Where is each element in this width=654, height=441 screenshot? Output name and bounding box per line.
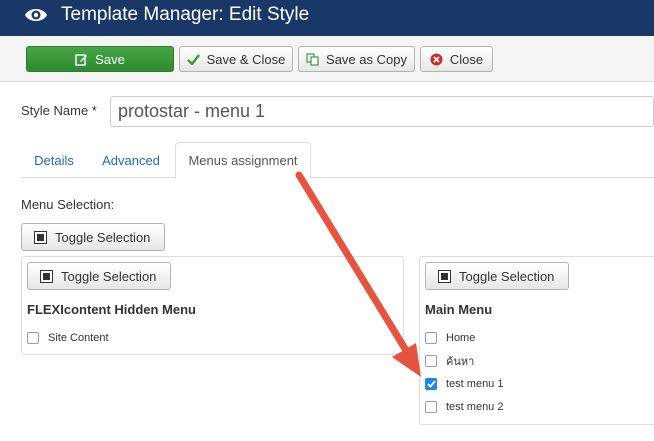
checkbox-checked[interactable] [425, 378, 437, 390]
menu-item-label: Home [446, 332, 476, 344]
toggle-selection-button[interactable]: Toggle Selection [21, 223, 165, 251]
toggle-selection-label: Toggle Selection [61, 268, 157, 284]
toggle-square-icon [438, 269, 451, 283]
toggle-square-icon [34, 230, 47, 244]
menu-item-test-menu-1[interactable]: test menu 1 [425, 375, 503, 393]
save-copy-label: Save as Copy [326, 51, 407, 67]
menu-selection-label: Menu Selection: [21, 197, 115, 212]
checkbox[interactable] [27, 332, 39, 344]
app-header: Template Manager: Edit Style [0, 0, 654, 36]
close-button[interactable]: Close [420, 46, 493, 72]
toggle-selection-label: Toggle Selection [55, 229, 151, 245]
style-name-label: Style Name * [21, 103, 97, 118]
toggle-selection-label: Toggle Selection [459, 268, 555, 284]
menu-group-flexicontent: Toggle Selection FLEXIcontent Hidden Men… [21, 256, 404, 355]
save-as-copy-button[interactable]: Save as Copy [298, 46, 415, 72]
checkbox[interactable] [425, 332, 437, 344]
menu-item-site-content[interactable]: Site Content [27, 329, 109, 347]
save-label: Save [95, 51, 125, 67]
menu-item-label: test menu 1 [446, 378, 504, 390]
tab-advanced[interactable]: Advanced [91, 142, 171, 178]
check-icon [186, 53, 200, 65]
checkbox[interactable] [425, 401, 437, 413]
edit-icon [75, 53, 88, 66]
check-icon [426, 380, 436, 388]
menu-item-label: test menu 2 [446, 401, 504, 413]
tab-menus-assignment[interactable]: Menus assignment [175, 142, 311, 179]
close-label: Close [449, 51, 484, 67]
menu-item-home[interactable]: Home [425, 329, 475, 347]
copy-icon [306, 52, 319, 66]
menu-item-label: Site Content [48, 332, 109, 344]
eye-icon [25, 9, 47, 21]
toggle-selection-button[interactable]: Toggle Selection [425, 262, 569, 290]
style-name-input[interactable] [110, 96, 654, 127]
save-close-button[interactable]: Save & Close [179, 46, 293, 72]
tab-details[interactable]: Details [21, 142, 87, 178]
save-button[interactable]: Save [26, 46, 174, 72]
toggle-selection-button[interactable]: Toggle Selection [27, 262, 171, 290]
toggle-square-icon [40, 269, 53, 283]
menu-group-title: Main Menu [425, 302, 493, 317]
page-title: Template Manager: Edit Style [61, 4, 310, 25]
tab-bar: Details Advanced Menus assignment [21, 142, 654, 179]
checkbox[interactable] [425, 355, 437, 367]
save-close-label: Save & Close [206, 51, 286, 67]
menu-item-search-thai[interactable]: ค้นหา [425, 352, 474, 370]
menu-item-label: ค้นหา [446, 356, 475, 368]
close-circle-icon [430, 53, 443, 65]
toolbar: Save Save & Close Save as Copy Close [0, 36, 654, 82]
menu-item-test-menu-2[interactable]: test menu 2 [425, 398, 503, 416]
menu-group-main-menu: Toggle Selection Main Menu Home ค้นหา te… [419, 256, 654, 425]
menu-group-title: FLEXIcontent Hidden Menu [27, 302, 196, 317]
